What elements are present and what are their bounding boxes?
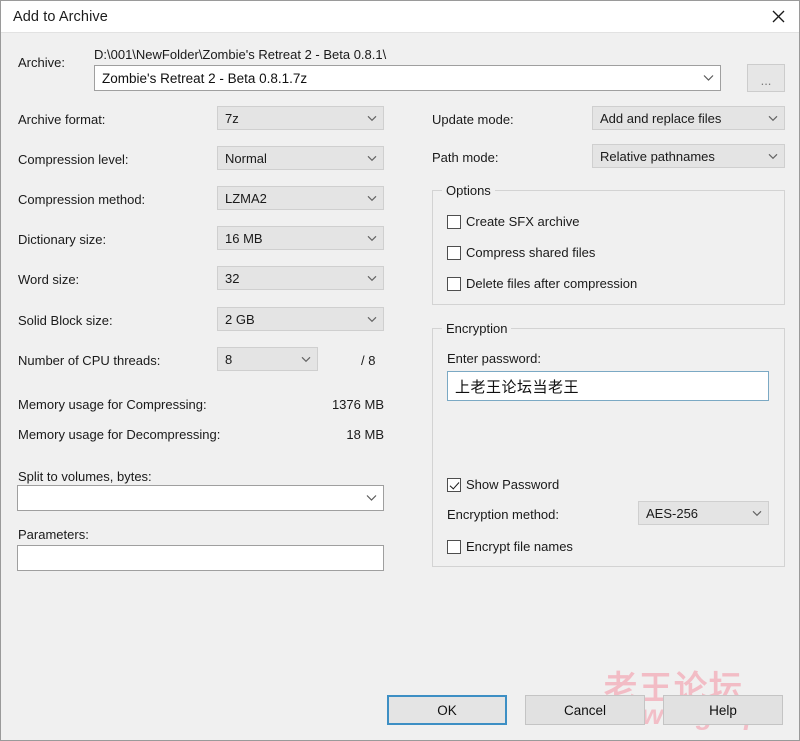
checkbox-icon [447, 276, 461, 291]
help-button[interactable]: Help [663, 695, 783, 725]
chevron-down-icon [359, 494, 383, 502]
memory-decompress-label: Memory usage for Decompressing: [18, 427, 221, 442]
solid-block-size-select[interactable]: 2 GB [217, 307, 384, 331]
chevron-down-icon [746, 510, 768, 517]
parameters-input[interactable] [17, 545, 384, 571]
checkbox-show-password[interactable]: Show Password [447, 477, 559, 492]
checkbox-encrypt-file-names[interactable]: Encrypt file names [447, 539, 573, 554]
password-value: 上老王论坛当老王 [455, 378, 580, 396]
chevron-down-icon [361, 235, 383, 242]
checkbox-create-sfx-archive[interactable]: Create SFX archive [447, 214, 579, 229]
options-group-title: Options [442, 184, 495, 198]
chevron-down-icon [762, 153, 784, 160]
encryption-method-value: AES-256 [646, 505, 699, 521]
checkbox-icon [447, 477, 461, 492]
solid-block-size-value: 2 GB [225, 311, 255, 327]
browse-button[interactable]: ... [747, 64, 785, 92]
update-mode-value: Add and replace files [600, 110, 722, 126]
parameters-label: Parameters: [18, 527, 89, 542]
encryption-method-select[interactable]: AES-256 [638, 501, 769, 525]
checkbox-icon [447, 214, 461, 229]
chevron-down-icon [361, 155, 383, 162]
path-mode-select[interactable]: Relative pathnames [592, 144, 785, 168]
compression-level-select[interactable]: Normal [217, 146, 384, 170]
compression-method-label: Compression method: [18, 192, 146, 207]
memory-decompress-value: 18 MB [346, 427, 384, 442]
checkbox-icon [447, 245, 461, 260]
title-bar: Add to Archive [1, 1, 799, 33]
checkbox-delete-files-after-compression[interactable]: Delete files after compression [447, 276, 637, 291]
dictionary-size-select[interactable]: 16 MB [217, 226, 384, 250]
compression-level-label: Compression level: [18, 152, 129, 167]
split-volumes-input[interactable] [17, 485, 384, 511]
cpu-threads-value: 8 [225, 351, 233, 367]
dictionary-size-label: Dictionary size: [18, 232, 107, 247]
encryption-method-label: Encryption method: [447, 507, 560, 522]
ok-button[interactable]: OK [387, 695, 507, 725]
chevron-down-icon [696, 74, 720, 82]
compression-level-value: Normal [225, 150, 267, 166]
update-mode-label: Update mode: [432, 112, 514, 127]
word-size-label: Word size: [18, 272, 80, 287]
compression-method-value: LZMA2 [225, 190, 267, 206]
page-title: Add to Archive [13, 9, 108, 25]
archive-format-select[interactable]: 7z [217, 106, 384, 130]
checkbox-label: Compress shared files [466, 245, 596, 260]
cpu-threads-total: / 8 [361, 353, 376, 368]
archive-name-input[interactable]: Zombie's Retreat 2 - Beta 0.8.1.7z [94, 65, 721, 91]
enter-password-label: Enter password: [447, 351, 541, 366]
archive-format-label: Archive format: [18, 112, 106, 127]
checkbox-label: Delete files after compression [466, 276, 638, 291]
dictionary-size-value: 16 MB [225, 230, 263, 246]
checkbox-label: Show Password [466, 477, 560, 492]
cpu-threads-select[interactable]: 8 [217, 347, 318, 371]
path-mode-label: Path mode: [432, 150, 499, 165]
checkbox-compress-shared-files[interactable]: Compress shared files [447, 245, 595, 260]
checkbox-label: Create SFX archive [466, 214, 580, 229]
add-to-archive-dialog: Add to Archive Archive: D:\001\NewFolder… [0, 0, 800, 741]
word-size-select[interactable]: 32 [217, 266, 384, 290]
cancel-button[interactable]: Cancel [525, 695, 645, 725]
memory-compress-value: 1376 MB [331, 397, 384, 412]
archive-name-value: Zombie's Retreat 2 - Beta 0.8.1.7z [102, 70, 308, 86]
checkbox-label: Encrypt file names [466, 539, 573, 554]
path-mode-value: Relative pathnames [600, 148, 715, 164]
chevron-down-icon [361, 115, 383, 122]
compression-method-select[interactable]: LZMA2 [217, 186, 384, 210]
chevron-down-icon [361, 195, 383, 202]
archive-path-text: D:\001\NewFolder\Zombie's Retreat 2 - Be… [94, 47, 387, 62]
archive-label: Archive: [18, 55, 65, 70]
memory-compress-label: Memory usage for Compressing: [18, 397, 207, 412]
split-volumes-label: Split to volumes, bytes: [18, 469, 152, 484]
update-mode-select[interactable]: Add and replace files [592, 106, 785, 130]
encryption-group-title: Encryption [442, 322, 512, 336]
cpu-threads-label: Number of CPU threads: [18, 353, 161, 368]
chevron-down-icon [361, 275, 383, 282]
chevron-down-icon [295, 356, 317, 363]
word-size-value: 32 [225, 270, 240, 286]
chevron-down-icon [361, 316, 383, 323]
close-icon [772, 10, 785, 23]
close-button[interactable] [755, 1, 799, 32]
solid-block-size-label: Solid Block size: [18, 313, 113, 328]
password-input[interactable]: 上老王论坛当老王 [447, 371, 769, 401]
archive-format-value: 7z [225, 110, 239, 126]
chevron-down-icon [762, 115, 784, 122]
checkbox-icon [447, 539, 461, 554]
